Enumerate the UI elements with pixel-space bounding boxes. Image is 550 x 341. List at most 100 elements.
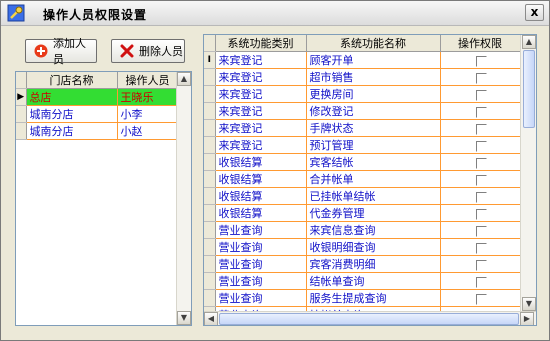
staff-vertical-scrollbar[interactable]: ▲ ▼ (176, 72, 191, 325)
permission-category-cell[interactable]: 营业查询 (215, 272, 307, 290)
permission-function-cell[interactable]: 来宾信息查询 (306, 221, 441, 239)
column-header-function-name[interactable]: 系统功能名称 (306, 35, 441, 52)
permission-function-cell[interactable]: 手牌状态 (306, 119, 441, 137)
permission-row[interactable]: 营业查询 服务生提成查询 (204, 289, 521, 307)
add-staff-button[interactable]: 添加人员 (25, 37, 97, 66)
permission-checkbox[interactable] (476, 106, 487, 118)
staff-store-cell[interactable]: 总店 (26, 88, 118, 106)
permission-checkbox-cell (440, 136, 521, 154)
scroll-down-button[interactable]: ▼ (177, 311, 191, 325)
permission-checkbox[interactable] (476, 242, 487, 254)
permission-category-cell[interactable]: 来宾登记 (215, 85, 307, 103)
permission-row[interactable]: 收银结算 代金券管理 (204, 204, 521, 222)
permission-category-cell[interactable]: 收银结算 (215, 170, 307, 188)
staff-row[interactable]: 城南分店 小赵 (16, 122, 179, 140)
row-indicator (204, 102, 216, 120)
permission-category-cell[interactable]: 来宾登记 (215, 119, 307, 137)
permission-grid: 系统功能类别 系统功能名称 操作权限 I 来宾登记 顾客开单 来宾登记 超市销售 来宾登记… (203, 34, 537, 326)
permission-function-cell[interactable]: 收银明细查询 (306, 238, 441, 256)
scroll-down-button[interactable]: ▼ (522, 297, 536, 311)
permission-checkbox[interactable] (476, 191, 487, 203)
close-button[interactable]: x (525, 4, 544, 21)
column-header-permission[interactable]: 操作权限 (440, 35, 521, 52)
permission-checkbox[interactable] (476, 174, 487, 186)
scroll-left-button[interactable]: ◀ (204, 312, 218, 325)
permission-category-cell[interactable]: 来宾登记 (215, 68, 307, 86)
permission-row[interactable]: 收银结算 合并帐单 (204, 170, 521, 188)
column-header-store[interactable]: 门店名称 (26, 72, 118, 89)
column-header-operator[interactable]: 操作人员 (117, 72, 179, 89)
permission-function-cell[interactable]: 超市销售 (306, 68, 441, 86)
permission-checkbox[interactable] (476, 140, 487, 152)
permission-checkbox[interactable] (476, 293, 487, 305)
permission-row[interactable]: 来宾登记 修改登记 (204, 102, 521, 120)
permission-function-cell[interactable]: 宾客结帐 (306, 153, 441, 171)
permission-row[interactable]: 来宾登记 更换房间 (204, 85, 521, 103)
permission-row[interactable]: 营业查询 收银明细查询 (204, 238, 521, 256)
permission-checkbox-cell (440, 204, 521, 222)
permission-vertical-scrollbar[interactable]: ▲ ▼ (520, 35, 536, 311)
permission-category-cell[interactable]: 来宾登记 (215, 102, 307, 120)
permission-function-cell[interactable]: 结帐单查询 (306, 272, 441, 290)
permission-checkbox-cell (440, 272, 521, 290)
permission-category-cell[interactable]: 营业查询 (215, 289, 307, 307)
permission-checkbox[interactable] (476, 55, 487, 67)
permission-row[interactable]: 收银结算 已挂帐单结帐 (204, 187, 521, 205)
permission-category-cell[interactable]: 营业查询 (215, 221, 307, 239)
staff-row[interactable]: 城南分店 小李 (16, 105, 179, 123)
permission-function-cell[interactable]: 修改登记 (306, 102, 441, 120)
staff-store-cell[interactable]: 城南分店 (26, 105, 118, 123)
scroll-up-button[interactable]: ▲ (177, 72, 191, 86)
permission-row[interactable]: I 来宾登记 顾客开单 (204, 51, 521, 69)
permission-row[interactable]: 来宾登记 超市销售 (204, 68, 521, 86)
permission-checkbox[interactable] (476, 72, 487, 84)
row-indicator (204, 204, 216, 222)
permission-checkbox[interactable] (476, 259, 487, 271)
scroll-up-button[interactable]: ▲ (522, 35, 536, 49)
staff-operator-cell[interactable]: 小赵 (117, 122, 179, 140)
permission-category-cell[interactable]: 营业查询 (215, 255, 307, 273)
permission-row[interactable]: 收银结算 宾客结帐 (204, 153, 521, 171)
permission-category-cell[interactable]: 来宾登记 (215, 51, 307, 69)
delete-staff-label: 删除人员 (139, 45, 183, 58)
permission-row[interactable]: 营业查询 来宾信息查询 (204, 221, 521, 239)
permission-category-cell[interactable]: 收银结算 (215, 153, 307, 171)
permission-function-cell[interactable]: 服务生提成查询 (306, 289, 441, 307)
permission-row[interactable]: 来宾登记 预订管理 (204, 136, 521, 154)
permission-checkbox[interactable] (476, 123, 487, 135)
staff-operator-cell[interactable]: 小李 (117, 105, 179, 123)
permission-category-cell[interactable]: 收银结算 (215, 187, 307, 205)
staff-row[interactable]: ▶ 总店 王晓乐 (16, 88, 179, 106)
permission-checkbox-cell (440, 221, 521, 239)
permission-function-cell[interactable]: 合并帐单 (306, 170, 441, 188)
permission-row[interactable]: 营业查询 宾客消费明细 (204, 255, 521, 273)
permission-checkbox[interactable] (476, 208, 487, 220)
permission-checkbox[interactable] (476, 157, 487, 169)
delete-staff-button[interactable]: 删除人员 (111, 39, 185, 63)
row-indicator (204, 153, 216, 171)
permission-function-cell[interactable]: 宾客消费明细 (306, 255, 441, 273)
permission-function-cell[interactable]: 顾客开单 (306, 51, 441, 69)
staff-grid: 门店名称 操作人员 ▶ 总店 王晓乐 城南分店 小李 城南分店 小赵 ▲ ▼ (15, 71, 192, 326)
staff-store-cell[interactable]: 城南分店 (26, 122, 118, 140)
permission-checkbox[interactable] (476, 89, 487, 101)
title-bar[interactable]: 操作人员权限设置 x (1, 1, 549, 26)
permission-function-cell[interactable]: 已挂帐单结帐 (306, 187, 441, 205)
permission-category-cell[interactable]: 来宾登记 (215, 136, 307, 154)
scroll-thumb[interactable] (219, 313, 519, 325)
permission-row[interactable]: 营业查询 结帐单查询 (204, 272, 521, 290)
row-indicator (204, 119, 216, 137)
permission-function-cell[interactable]: 代金券管理 (306, 204, 441, 222)
permission-checkbox[interactable] (476, 276, 487, 288)
permission-category-cell[interactable]: 收银结算 (215, 204, 307, 222)
staff-operator-cell[interactable]: 王晓乐 (117, 88, 179, 106)
permission-checkbox[interactable] (476, 225, 487, 237)
permission-category-cell[interactable]: 营业查询 (215, 238, 307, 256)
column-header-category[interactable]: 系统功能类别 (215, 35, 307, 52)
scroll-thumb[interactable] (523, 50, 535, 128)
permission-function-cell[interactable]: 更换房间 (306, 85, 441, 103)
permission-row[interactable]: 来宾登记 手牌状态 (204, 119, 521, 137)
scroll-right-button[interactable]: ▶ (520, 312, 534, 325)
permission-function-cell[interactable]: 预订管理 (306, 136, 441, 154)
permission-horizontal-scrollbar[interactable]: ◀ ▶ (204, 311, 536, 325)
